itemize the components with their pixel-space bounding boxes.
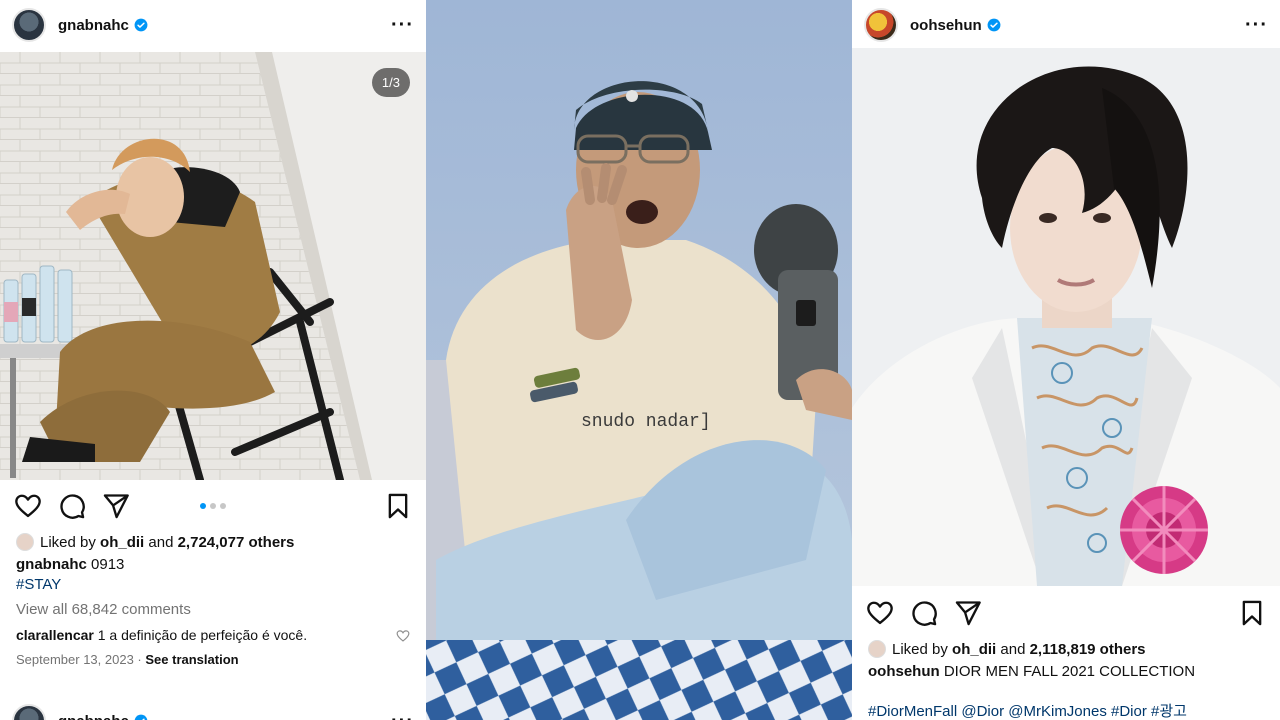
- next-post-username[interactable]: gnabnahc: [58, 713, 129, 720]
- post-header: oohsehun ···: [852, 0, 1280, 50]
- verified-badge-icon: [987, 18, 1001, 32]
- caption-hashtags[interactable]: #DiorMenFall @Dior @MrKimJones #Dior #광고: [868, 702, 1264, 720]
- bookmark-icon[interactable]: [1238, 599, 1266, 627]
- likes-summary: Liked by oh_dii and 2,724,077 others: [16, 533, 410, 553]
- post-date: September 13, 2023: [16, 652, 134, 667]
- next-post-header: gnabnahc ···: [0, 696, 426, 720]
- post-username[interactable]: oohsehun: [910, 17, 982, 34]
- liker-username[interactable]: oh_dii: [952, 641, 996, 658]
- liker-avatar: [16, 533, 34, 551]
- likes-summary: Liked by oh_dii and 2,118,819 others: [868, 640, 1264, 660]
- share-icon[interactable]: [954, 599, 982, 627]
- caption-username[interactable]: gnabnahc: [16, 556, 87, 573]
- post-photo[interactable]: 1/3: [0, 52, 426, 480]
- comment-like-icon[interactable]: [396, 629, 410, 643]
- likes-count[interactable]: 2,118,819 others: [1030, 641, 1146, 658]
- left-instagram-post: gnabnahc ··· 1/3 Liked by oh_dii and 2,7…: [0, 0, 426, 720]
- next-user-avatar[interactable]: [12, 704, 46, 720]
- user-avatar[interactable]: [12, 8, 46, 42]
- bookmark-icon[interactable]: [384, 492, 412, 520]
- comment-icon[interactable]: [910, 599, 938, 627]
- more-options-icon[interactable]: ···: [391, 710, 414, 720]
- likes-count[interactable]: 2,724,077 others: [178, 534, 295, 551]
- like-heart-icon[interactable]: [866, 599, 894, 627]
- post-photo-illustration: [0, 52, 426, 480]
- user-avatar[interactable]: [864, 8, 898, 42]
- post-actions: [852, 593, 1280, 633]
- like-heart-icon[interactable]: [14, 492, 42, 520]
- caption-hashtag[interactable]: #STAY: [16, 575, 410, 595]
- caption-username[interactable]: oohsehun: [868, 663, 940, 680]
- liker-username[interactable]: oh_dii: [100, 534, 144, 551]
- shirt-text: snudo nadar]: [581, 412, 711, 432]
- top-comment: clarallencar 1 a definição de perfeição …: [16, 625, 410, 645]
- see-translation-link[interactable]: See translation: [145, 652, 238, 667]
- post-photo-illustration: [852, 48, 1280, 586]
- comment-username[interactable]: clarallencar: [16, 627, 94, 643]
- reaction-video-frame: snudo nadar]: [426, 0, 852, 720]
- verified-badge-icon: [134, 18, 148, 32]
- more-options-icon[interactable]: ···: [1245, 14, 1268, 37]
- post-actions: [0, 486, 426, 526]
- share-icon[interactable]: [102, 492, 130, 520]
- more-options-icon[interactable]: ···: [391, 14, 414, 37]
- view-all-comments-link[interactable]: View all 68,842 comments: [16, 600, 410, 620]
- verified-badge-icon: [134, 714, 148, 720]
- post-caption: gnabnahc 0913: [16, 556, 125, 573]
- post-meta: September 13, 2023 · See translation: [16, 652, 239, 667]
- post-header: gnabnahc ···: [0, 0, 426, 50]
- post-username[interactable]: gnabnahc: [58, 17, 129, 34]
- post-photo[interactable]: [852, 48, 1280, 586]
- post-caption: oohsehun DIOR MEN FALL 2021 COLLECTION: [868, 663, 1196, 680]
- right-instagram-post: oohsehun ··· Liked by oh_dii and 2,118,8…: [852, 0, 1280, 720]
- image-counter: 1/3: [371, 68, 410, 97]
- video-scene: snudo nadar]: [426, 0, 852, 720]
- liker-avatar: [868, 640, 886, 658]
- carousel-indicator: [200, 503, 226, 509]
- comment-icon[interactable]: [58, 492, 86, 520]
